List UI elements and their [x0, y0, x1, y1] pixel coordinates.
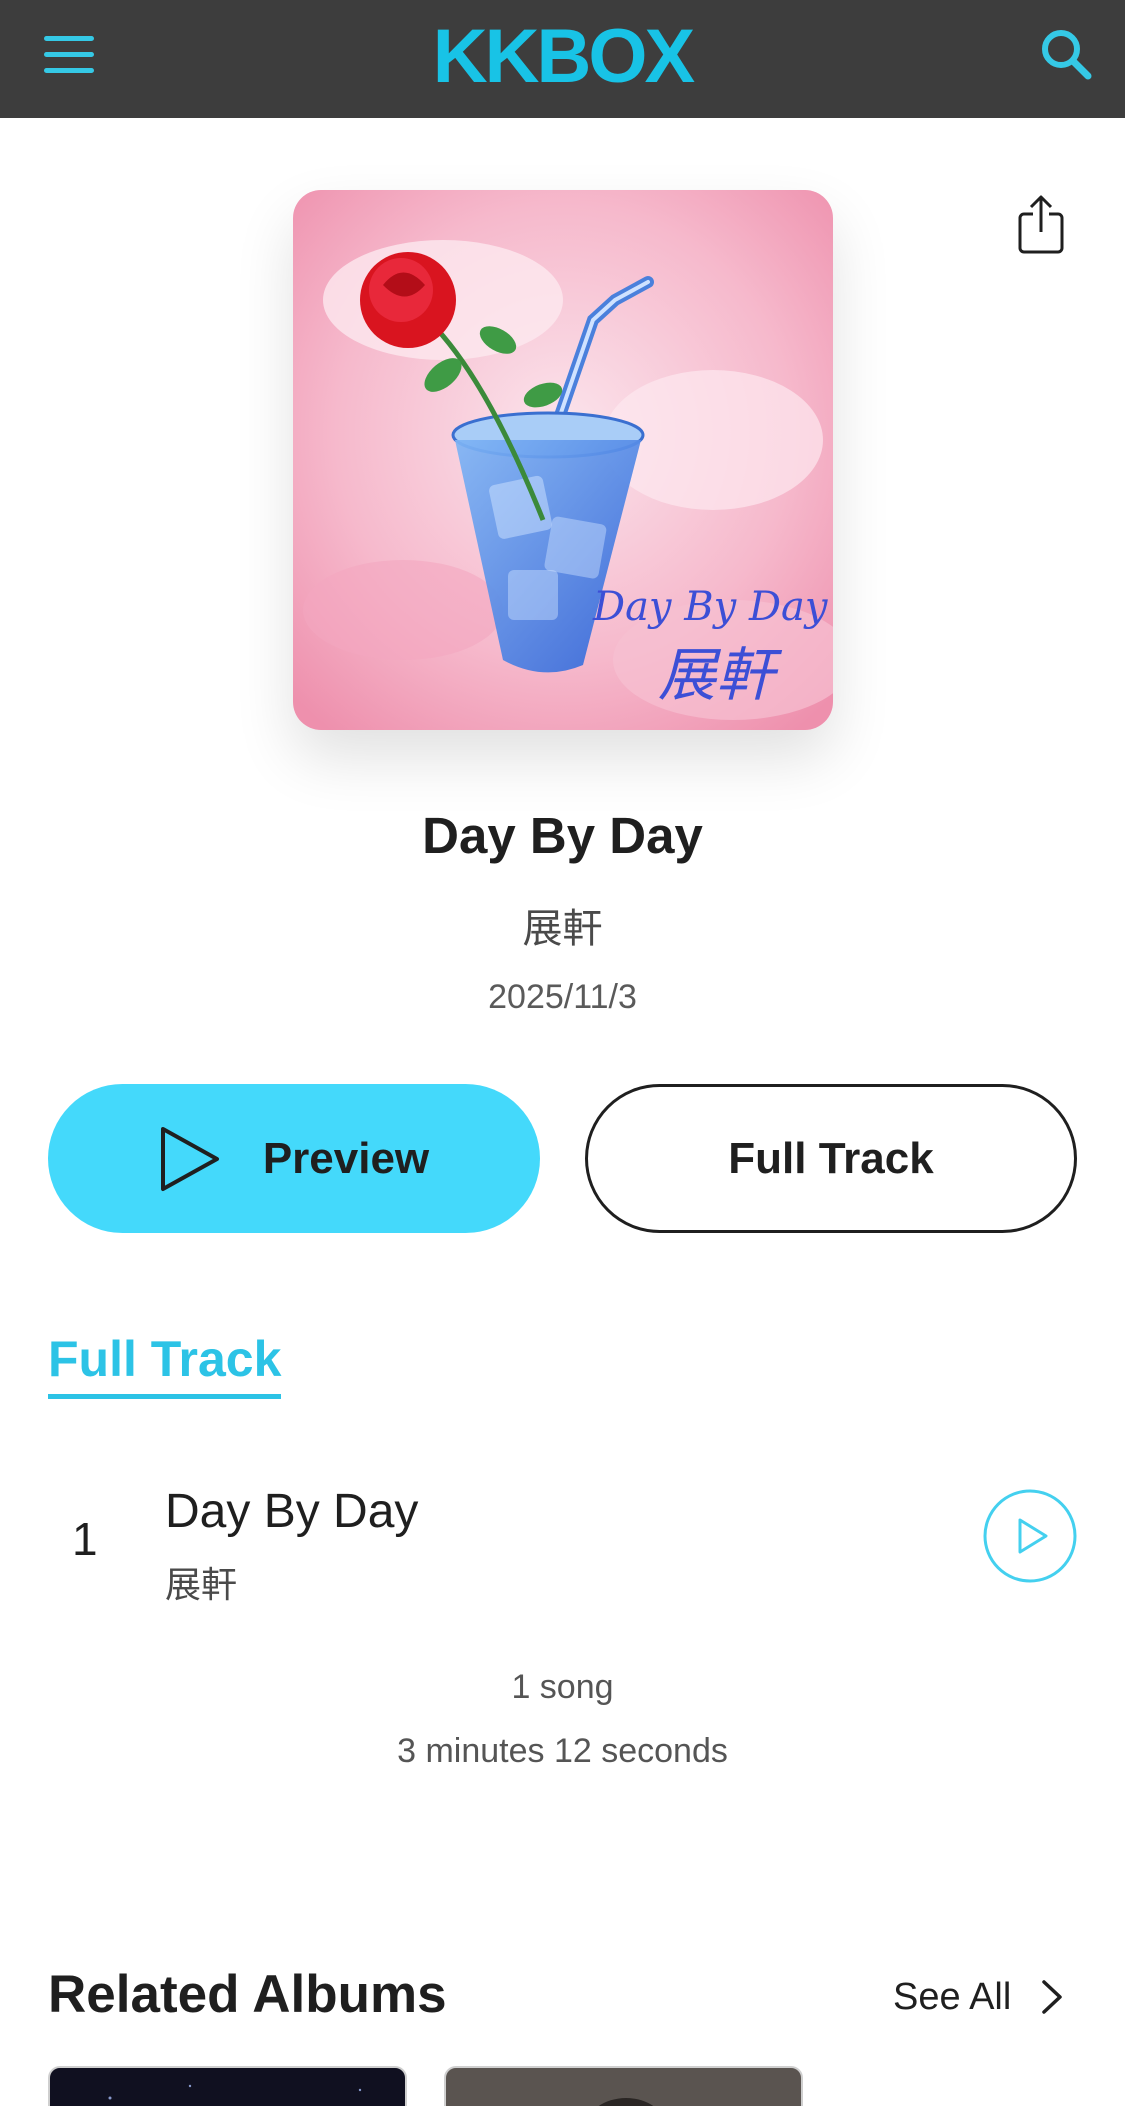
chevron-right-icon	[1042, 1980, 1063, 2014]
track-title: Day By Day	[165, 1485, 419, 1538]
track-number: 1	[72, 1513, 98, 1565]
share-icon[interactable]	[1016, 194, 1066, 256]
track-artist: 展軒	[165, 1564, 238, 1605]
album-cover-art: Day By Day 展軒	[293, 190, 833, 730]
cover-text-latin: Day By Day	[592, 584, 829, 630]
kkbox-logo[interactable]: KKBOX	[380, 12, 745, 102]
track-play-icon[interactable]	[982, 1488, 1078, 1584]
related-album-thumbnail	[108, 2084, 362, 2100]
album-title: Day By Day	[422, 807, 703, 864]
preview-button[interactable]: Preview	[48, 1084, 540, 1233]
top-app-bar: KKBOX	[0, 0, 1125, 118]
see-all-label: See All	[893, 1975, 1012, 2018]
preview-label: Preview	[262, 1133, 430, 1183]
search-icon[interactable]	[1038, 26, 1094, 82]
song-count: 1 song	[511, 1668, 614, 1706]
track-row[interactable]: 1 Day By Day 展軒	[48, 1470, 1078, 1605]
related-album-thumbnail	[598, 2098, 654, 2106]
related-album-card[interactable]	[444, 2066, 803, 2106]
cover-text-cjk: 展軒	[658, 641, 783, 709]
tab-full-track[interactable]: Full Track	[48, 1330, 282, 1399]
see-all-link[interactable]: See All	[893, 1972, 1063, 2022]
full-track-label: Full Track	[728, 1133, 934, 1183]
album-artist[interactable]: 展軒	[0, 896, 1125, 954]
related-album-card[interactable]	[48, 2066, 407, 2106]
hamburger-menu-icon[interactable]	[44, 32, 94, 76]
full-track-button[interactable]: Full Track	[585, 1084, 1077, 1233]
play-icon	[160, 1126, 219, 1191]
total-duration: 3 minutes 12 seconds	[397, 1732, 728, 1770]
related-albums-heading: Related Albums	[48, 1965, 447, 2024]
release-date: 2025/11/3	[488, 978, 637, 1016]
